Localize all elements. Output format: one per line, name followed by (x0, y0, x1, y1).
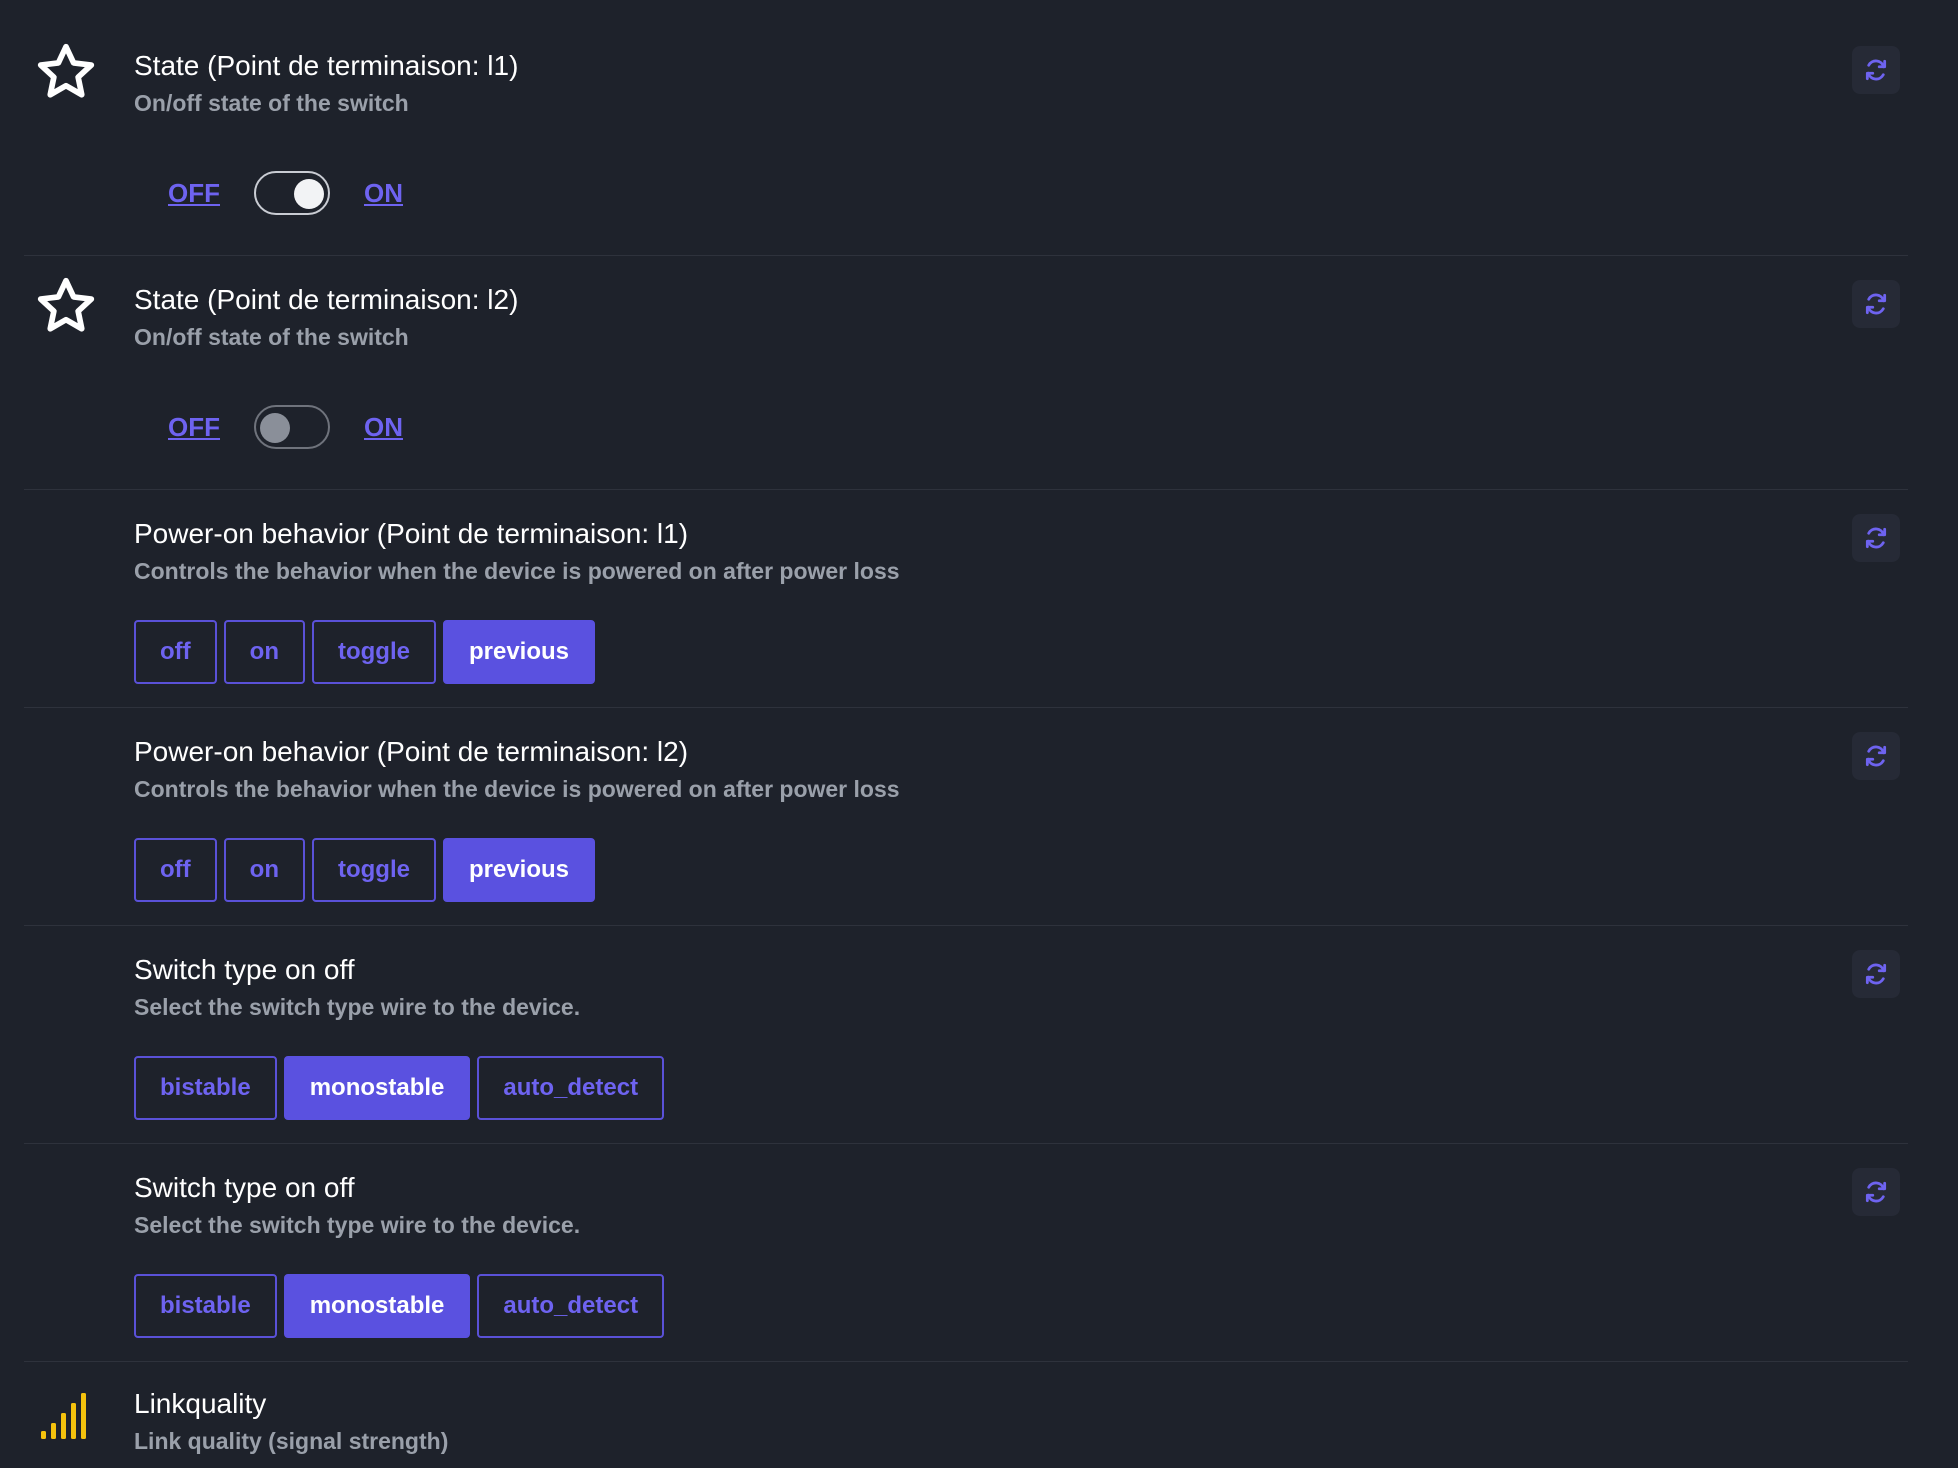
on-link[interactable]: ON (364, 178, 403, 209)
refresh-button[interactable] (1852, 46, 1900, 94)
refresh-button[interactable] (1852, 280, 1900, 328)
switch-type-options: bistable monostable auto_detect (134, 1056, 665, 1120)
state-toggle-group: OFF ON (168, 402, 403, 452)
power-on-options: off on toggle previous (134, 620, 596, 684)
option-toggle-button[interactable]: toggle (311, 620, 436, 684)
row-description: On/off state of the switch (134, 90, 409, 116)
state-l1-row: State (Point de terminaison: l1) On/off … (24, 0, 1908, 256)
power-on-behavior-l1-row: Power-on behavior (Point de terminaison:… (24, 490, 1908, 708)
refresh-icon (1865, 745, 1887, 767)
option-toggle-button[interactable]: toggle (311, 838, 436, 902)
option-previous-button[interactable]: previous (442, 838, 596, 902)
row-title: State (Point de terminaison: l1) (134, 50, 519, 81)
star-icon (34, 274, 98, 338)
switch-type-row: Switch type on off Select the switch typ… (24, 1144, 1908, 1362)
on-link[interactable]: ON (364, 412, 403, 443)
option-on-button[interactable]: on (223, 620, 305, 684)
option-bistable-button[interactable]: bistable (134, 1056, 277, 1120)
row-title: Linkquality (134, 1388, 267, 1419)
option-monostable-button[interactable]: monostable (283, 1274, 471, 1338)
option-monostable-button[interactable]: monostable (283, 1056, 471, 1120)
row-title: Switch type on off (134, 954, 355, 985)
row-title: State (Point de terminaison: l2) (134, 284, 519, 315)
switch-type-row: Switch type on off Select the switch typ… (24, 926, 1908, 1144)
linkquality-row: Linkquality Link quality (signal strengt… (24, 1362, 1908, 1468)
state-l2-row: State (Point de terminaison: l2) On/off … (24, 256, 1908, 490)
refresh-icon (1865, 1181, 1887, 1203)
row-title: Power-on behavior (Point de terminaison:… (134, 518, 689, 549)
row-description: On/off state of the switch (134, 324, 409, 350)
row-title: Switch type on off (134, 1172, 355, 1203)
refresh-icon (1865, 59, 1887, 81)
refresh-icon (1865, 527, 1887, 549)
option-previous-button[interactable]: previous (442, 620, 596, 684)
off-link[interactable]: OFF (168, 412, 220, 443)
refresh-button[interactable] (1852, 514, 1900, 562)
row-title: Power-on behavior (Point de terminaison:… (134, 736, 689, 767)
option-off-button[interactable]: off (134, 838, 217, 902)
row-description: Select the switch type wire to the devic… (134, 1212, 581, 1238)
state-toggle-group: OFF ON (168, 168, 403, 218)
option-auto-detect-button[interactable]: auto_detect (477, 1274, 665, 1338)
refresh-button[interactable] (1852, 950, 1900, 998)
power-on-options: off on toggle previous (134, 838, 596, 902)
option-on-button[interactable]: on (223, 838, 305, 902)
row-description: Controls the behavior when the device is… (134, 776, 900, 802)
option-off-button[interactable]: off (134, 620, 217, 684)
refresh-button[interactable] (1852, 1168, 1900, 1216)
switch-knob (294, 179, 324, 209)
row-description: Link quality (signal strength) (134, 1428, 449, 1454)
row-description: Select the switch type wire to the devic… (134, 994, 581, 1020)
off-link[interactable]: OFF (168, 178, 220, 209)
option-auto-detect-button[interactable]: auto_detect (477, 1056, 665, 1120)
refresh-button[interactable] (1852, 732, 1900, 780)
state-switch[interactable] (254, 405, 330, 449)
signal-bars-icon (34, 1384, 98, 1448)
state-switch[interactable] (254, 171, 330, 215)
switch-type-options: bistable monostable auto_detect (134, 1274, 665, 1338)
refresh-icon (1865, 293, 1887, 315)
refresh-icon (1865, 963, 1887, 985)
power-on-behavior-l2-row: Power-on behavior (Point de terminaison:… (24, 708, 1908, 926)
option-bistable-button[interactable]: bistable (134, 1274, 277, 1338)
star-icon (34, 40, 98, 104)
switch-knob (260, 413, 290, 443)
row-description: Controls the behavior when the device is… (134, 558, 900, 584)
